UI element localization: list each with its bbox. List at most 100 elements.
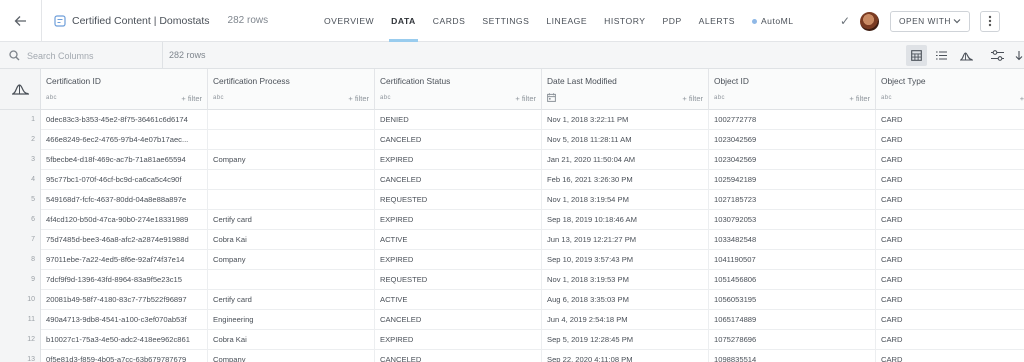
table-cell[interactable]: 1033482548 (709, 230, 876, 250)
column-header[interactable]: Object Type abc + fi (876, 69, 1024, 110)
column-profile-button[interactable] (0, 69, 41, 110)
tab-overview[interactable]: OVERVIEW (324, 0, 374, 42)
table-cell[interactable]: CARD (876, 170, 1024, 190)
add-filter-link[interactable]: + fi (1020, 94, 1024, 103)
table-cell[interactable]: Certify card (208, 210, 375, 230)
more-options-button[interactable] (980, 10, 1000, 32)
table-cell[interactable]: EXPIRED (375, 330, 542, 350)
table-cell[interactable]: 1065174889 (709, 310, 876, 330)
table-cell[interactable]: EXPIRED (375, 150, 542, 170)
table-cell[interactable]: Company (208, 250, 375, 270)
checkmark-icon[interactable]: ✓ (840, 14, 850, 28)
table-cell[interactable]: Nov 5, 2018 11:28:11 AM (542, 130, 709, 150)
table-cell[interactable]: CARD (876, 230, 1024, 250)
column-header[interactable]: Date Last Modified + filter (542, 69, 709, 110)
table-cell[interactable]: 1098835514 (709, 350, 876, 362)
table-cell[interactable] (208, 190, 375, 210)
table-cell[interactable]: CARD (876, 270, 1024, 290)
table-cell[interactable]: 20081b49-58f7-4180-83c7-77b522f96897 (41, 290, 208, 310)
table-cell[interactable]: CARD (876, 110, 1024, 130)
table-cell[interactable]: 1027185723 (709, 190, 876, 210)
table-cell[interactable]: 1041190507 (709, 250, 876, 270)
table-cell[interactable]: 1002772778 (709, 110, 876, 130)
table-cell[interactable] (208, 110, 375, 130)
table-cell[interactable]: 4f4cd120-b50d-47ca-90b0-274e18331989 (41, 210, 208, 230)
table-cell[interactable]: 7dcf9f9d-1396-43fd-8964-83a9f5e23c15 (41, 270, 208, 290)
table-cell[interactable]: Cobra Kai (208, 330, 375, 350)
add-filter-link[interactable]: + filter (181, 94, 202, 103)
table-cell[interactable]: DENIED (375, 110, 542, 130)
table-cell[interactable]: CARD (876, 190, 1024, 210)
table-cell[interactable]: 490a4713-9db8-4541-a100-c3ef070ab53f (41, 310, 208, 330)
table-cell[interactable] (208, 270, 375, 290)
tab-settings[interactable]: SETTINGS (482, 0, 529, 42)
table-cell[interactable]: Sep 22, 2020 4:11:08 PM (542, 350, 709, 362)
table-cell[interactable]: Jun 4, 2019 2:54:18 PM (542, 310, 709, 330)
add-filter-link[interactable]: + filter (682, 94, 703, 103)
table-cell[interactable]: Certify card (208, 290, 375, 310)
table-cell[interactable]: Cobra Kai (208, 230, 375, 250)
table-cell[interactable]: Aug 6, 2018 3:35:03 PM (542, 290, 709, 310)
tab-history[interactable]: HISTORY (604, 0, 645, 42)
table-cell[interactable]: CARD (876, 290, 1024, 310)
table-cell[interactable]: 466e8249-6ec2-4765-97b4-4e07b17aec... (41, 130, 208, 150)
table-cell[interactable]: CARD (876, 250, 1024, 270)
table-cell[interactable]: 1023042569 (709, 130, 876, 150)
table-cell[interactable]: 0dec83c3-b353-45e2-8f75-36461c6d6174 (41, 110, 208, 130)
table-cell[interactable]: CANCELED (375, 310, 542, 330)
table-cell[interactable]: 97011ebe-7a22-4ed5-8f6e-92af74f37e14 (41, 250, 208, 270)
table-cell[interactable]: REQUESTED (375, 270, 542, 290)
table-cell[interactable]: 0f5e81d3-f859-4b05-a7cc-63b679787679 (41, 350, 208, 362)
table-cell[interactable]: EXPIRED (375, 250, 542, 270)
add-filter-link[interactable]: + filter (849, 94, 870, 103)
add-filter-link[interactable]: + filter (348, 94, 369, 103)
table-cell[interactable]: Company (208, 350, 375, 362)
table-cell[interactable]: Jan 21, 2020 11:50:04 AM (542, 150, 709, 170)
table-cell[interactable]: Sep 18, 2019 10:18:46 AM (542, 210, 709, 230)
list-view-button[interactable] (931, 45, 952, 66)
table-cell[interactable]: Jun 13, 2019 12:21:27 PM (542, 230, 709, 250)
column-settings-button[interactable] (987, 45, 1008, 66)
table-cell[interactable]: ACTIVE (375, 230, 542, 250)
open-with-button[interactable]: OPEN WITH (890, 10, 970, 32)
table-cell[interactable]: CARD (876, 130, 1024, 150)
table-cell[interactable]: 1023042569 (709, 150, 876, 170)
table-cell[interactable]: Sep 5, 2019 12:28:45 PM (542, 330, 709, 350)
table-cell[interactable]: Nov 1, 2018 3:19:54 PM (542, 190, 709, 210)
table-cell[interactable]: CANCELED (375, 130, 542, 150)
column-header[interactable]: Object ID abc + filter (709, 69, 876, 110)
table-cell[interactable]: Feb 16, 2021 3:26:30 PM (542, 170, 709, 190)
table-cell[interactable]: Sep 10, 2019 3:57:43 PM (542, 250, 709, 270)
table-cell[interactable]: 1056053195 (709, 290, 876, 310)
table-cell[interactable]: CARD (876, 350, 1024, 362)
table-cell[interactable]: CANCELED (375, 170, 542, 190)
tab-pdp[interactable]: PDP (663, 0, 682, 42)
table-cell[interactable]: 1030792053 (709, 210, 876, 230)
table-cell[interactable] (208, 130, 375, 150)
table-cell[interactable]: b10027c1-75a3-4e50-adc2-418ee962c861 (41, 330, 208, 350)
tab-lineage[interactable]: LINEAGE (546, 0, 587, 42)
table-view-button[interactable] (906, 45, 927, 66)
tab-data[interactable]: DATA (389, 0, 418, 42)
table-cell[interactable]: 1075278696 (709, 330, 876, 350)
table-cell[interactable]: Company (208, 150, 375, 170)
expand-button[interactable] (1013, 45, 1024, 66)
table-cell[interactable]: Engineering (208, 310, 375, 330)
table-cell[interactable]: CARD (876, 150, 1024, 170)
table-cell[interactable]: CARD (876, 330, 1024, 350)
table-cell[interactable]: EXPIRED (375, 210, 542, 230)
table-cell[interactable]: CARD (876, 310, 1024, 330)
back-button[interactable] (0, 0, 42, 42)
table-cell[interactable]: CARD (876, 210, 1024, 230)
tab-cards[interactable]: CARDS (433, 0, 466, 42)
tab-alerts[interactable]: ALERTS (699, 0, 735, 42)
table-cell[interactable]: 75d7485d-bee3-46a8-afc2-a2874e91988d (41, 230, 208, 250)
table-cell[interactable]: CANCELED (375, 350, 542, 362)
search-columns-input[interactable]: Search Columns (0, 42, 163, 69)
table-cell[interactable]: 95c77bc1-070f-46cf-bc9d-ca6ca5c4c90f (41, 170, 208, 190)
column-header[interactable]: Certification Status abc + filter (375, 69, 542, 110)
add-filter-link[interactable]: + filter (515, 94, 536, 103)
table-cell[interactable]: 1051456806 (709, 270, 876, 290)
column-header[interactable]: Certification Process abc + filter (208, 69, 375, 110)
profile-view-button[interactable] (956, 45, 977, 66)
